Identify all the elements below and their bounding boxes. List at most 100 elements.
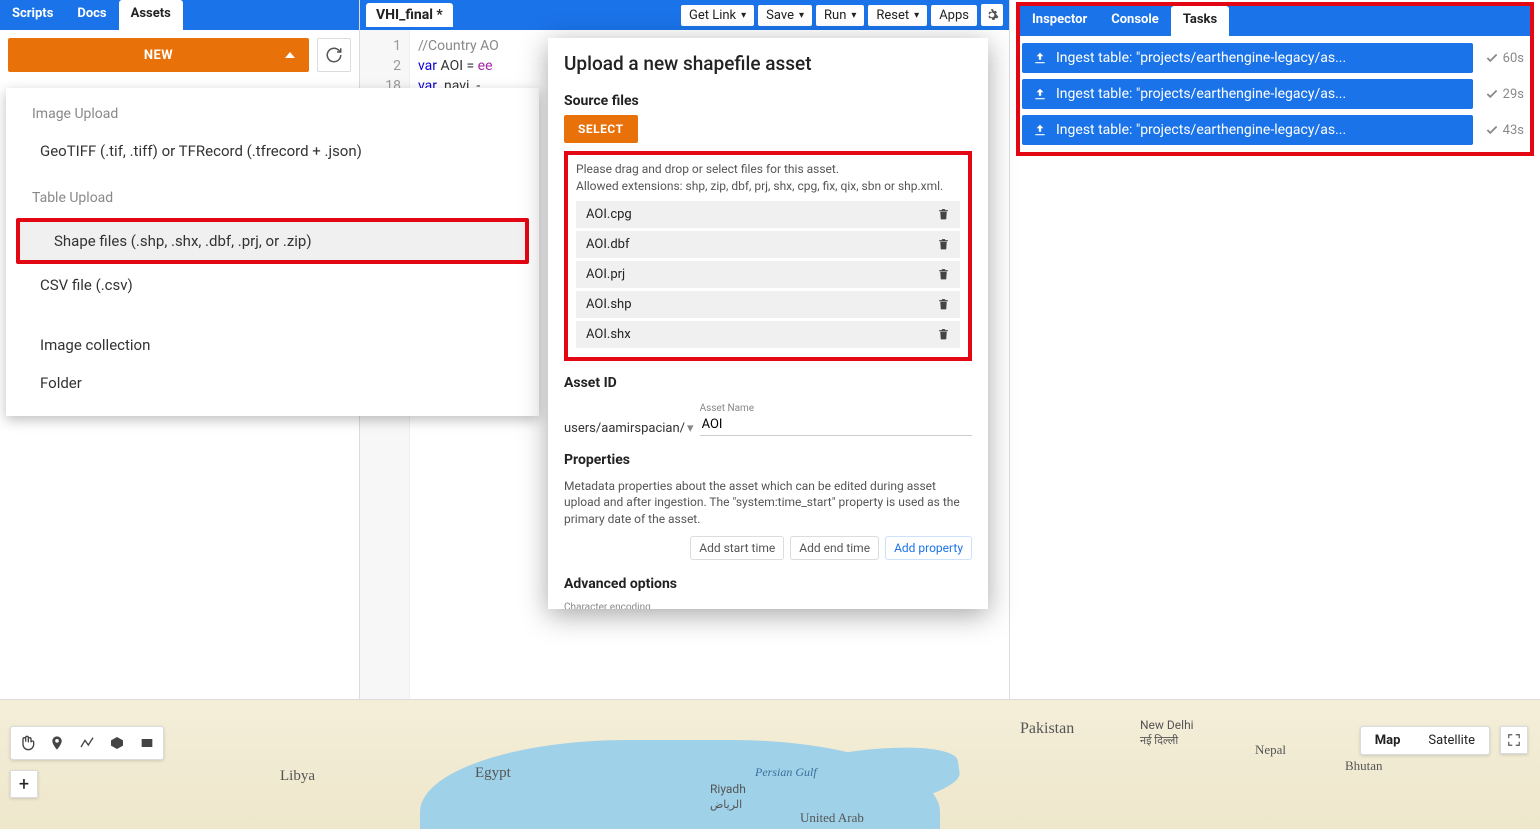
asset-name-input[interactable] xyxy=(700,414,972,436)
task-meta: 43s xyxy=(1485,123,1524,138)
map-label-libya: Libya xyxy=(280,768,315,785)
file-row: AOI.cpg xyxy=(576,201,960,228)
trash-icon[interactable] xyxy=(937,328,950,341)
asset-prefix[interactable]: users/aamirspacian/▾ xyxy=(564,421,694,436)
map-type-map[interactable]: Map xyxy=(1361,727,1415,754)
trash-icon[interactable] xyxy=(937,238,950,251)
hand-tool[interactable] xyxy=(15,731,39,755)
file-name: AOI.prj xyxy=(586,267,625,282)
asset-name-label: Asset Name xyxy=(700,403,972,414)
reset-button[interactable]: Reset xyxy=(868,5,927,26)
trash-icon[interactable] xyxy=(937,208,950,221)
line-tool[interactable] xyxy=(75,731,99,755)
caret-down-icon: ▾ xyxy=(687,421,694,436)
map-type-satellite[interactable]: Satellite xyxy=(1414,727,1489,754)
new-button[interactable]: NEW xyxy=(8,38,309,72)
upload-modal: Upload a new shapefile asset Source file… xyxy=(548,38,988,609)
dropdown-item-geotiff[interactable]: GeoTIFF (.tif, .tiff) or TFRecord (.tfre… xyxy=(6,132,539,170)
file-name: AOI.shx xyxy=(586,327,631,342)
new-button-label: NEW xyxy=(144,48,173,63)
asset-id-label: Asset ID xyxy=(564,375,972,391)
file-row: AOI.shx xyxy=(576,321,960,348)
map-tools xyxy=(10,726,164,760)
file-tab[interactable]: VHI_final * xyxy=(366,3,453,27)
left-tabs: Scripts Docs Assets xyxy=(0,0,359,30)
map-label-new-delhi: New Delhiनई दिल्ली xyxy=(1140,718,1194,748)
save-button[interactable]: Save xyxy=(758,5,812,26)
tasks-list: Ingest table: "projects/earthengine-lega… xyxy=(1020,36,1530,152)
file-dropzone[interactable]: Please drag and drop or select files for… xyxy=(564,151,972,361)
modal-title: Upload a new shapefile asset xyxy=(564,52,972,75)
zoom-in-button[interactable]: + xyxy=(10,770,38,798)
tab-console[interactable]: Console xyxy=(1099,6,1171,36)
polygon-tool[interactable] xyxy=(105,731,129,755)
upload-icon xyxy=(1032,86,1048,102)
marker-tool[interactable] xyxy=(45,731,69,755)
dropdown-item-folder[interactable]: Folder xyxy=(6,364,539,402)
map-label-uae: United Arab xyxy=(800,810,864,826)
file-row: AOI.shp xyxy=(576,291,960,318)
file-hint: Please drag and drop or select files for… xyxy=(576,161,960,195)
file-name: AOI.cpg xyxy=(586,207,632,222)
file-row: AOI.prj xyxy=(576,261,960,288)
properties-desc: Metadata properties about the asset whic… xyxy=(564,478,972,528)
caret-up-icon xyxy=(285,52,295,58)
upload-icon xyxy=(1032,122,1048,138)
tab-tasks[interactable]: Tasks xyxy=(1171,6,1229,36)
dropdown-header-table: Table Upload xyxy=(6,186,539,216)
apps-button[interactable]: Apps xyxy=(931,5,977,26)
map-area[interactable]: Algeria Libya Egypt Persian Gulf Riyadhا… xyxy=(0,699,1540,829)
properties-label: Properties xyxy=(564,452,972,468)
add-end-time-button[interactable]: Add end time xyxy=(790,536,879,560)
tab-assets[interactable]: Assets xyxy=(119,0,183,30)
right-tabs: Inspector Console Tasks xyxy=(1020,6,1530,36)
map-label-persian-gulf: Persian Gulf xyxy=(755,765,817,780)
task-row[interactable]: Ingest table: "projects/earthengine-lega… xyxy=(1022,115,1473,145)
run-button[interactable]: Run xyxy=(816,5,864,26)
fullscreen-button[interactable] xyxy=(1500,726,1528,754)
gear-icon xyxy=(985,8,999,22)
file-row: AOI.dbf xyxy=(576,231,960,258)
dropdown-item-csv[interactable]: CSV file (.csv) xyxy=(6,266,539,304)
upload-icon xyxy=(1032,50,1048,66)
task-meta: 29s xyxy=(1485,87,1524,102)
select-files-button[interactable]: SELECT xyxy=(564,115,638,143)
map-label-pakistan: Pakistan xyxy=(1020,720,1074,738)
file-name: AOI.dbf xyxy=(586,237,629,252)
new-dropdown: Image Upload GeoTIFF (.tif, .tiff) or TF… xyxy=(6,88,539,416)
map-type-switch: Map Satellite xyxy=(1360,726,1490,755)
rect-tool[interactable] xyxy=(135,731,159,755)
getlink-button[interactable]: Get Link xyxy=(681,5,754,26)
tab-inspector[interactable]: Inspector xyxy=(1020,6,1099,36)
refresh-button[interactable] xyxy=(317,38,351,72)
add-property-button[interactable]: Add property xyxy=(885,536,972,560)
dropdown-highlight: Shape files (.shp, .shx, .dbf, .prj, or … xyxy=(16,218,529,264)
right-panel: Inspector Console Tasks Ingest table: "p… xyxy=(1010,0,1540,699)
task-row[interactable]: Ingest table: "projects/earthengine-lega… xyxy=(1022,79,1473,109)
charenc-label: Character encoding xyxy=(564,602,972,609)
map-label-riyadh: Riyadhالرياض xyxy=(710,782,746,812)
map-label-nepal: Nepal xyxy=(1255,742,1286,758)
dropdown-header-image: Image Upload xyxy=(6,102,539,132)
map-label-egypt: Egypt xyxy=(475,765,511,782)
refresh-icon xyxy=(325,46,343,64)
dropdown-item-imagecollection[interactable]: Image collection xyxy=(6,326,539,364)
task-label: Ingest table: "projects/earthengine-lega… xyxy=(1056,86,1346,102)
trash-icon[interactable] xyxy=(937,298,950,311)
tab-docs[interactable]: Docs xyxy=(65,0,118,30)
tab-scripts[interactable]: Scripts xyxy=(0,0,65,30)
advanced-label: Advanced options xyxy=(564,576,972,592)
right-highlight: Inspector Console Tasks Ingest table: "p… xyxy=(1016,2,1534,156)
task-label: Ingest table: "projects/earthengine-lega… xyxy=(1056,122,1346,138)
task-meta: 60s xyxy=(1485,51,1524,66)
task-row[interactable]: Ingest table: "projects/earthengine-lega… xyxy=(1022,43,1473,73)
add-start-time-button[interactable]: Add start time xyxy=(690,536,784,560)
editor-header: VHI_final * Get Link Save Run Reset Apps xyxy=(360,0,1009,30)
map-label-bhutan: Bhutan xyxy=(1345,758,1383,774)
trash-icon[interactable] xyxy=(937,268,950,281)
file-name: AOI.shp xyxy=(586,297,632,312)
source-files-label: Source files xyxy=(564,93,972,109)
settings-button[interactable] xyxy=(981,4,1003,26)
dropdown-item-shapefile[interactable]: Shape files (.shp, .shx, .dbf, .prj, or … xyxy=(20,222,525,260)
task-label: Ingest table: "projects/earthengine-lega… xyxy=(1056,50,1346,66)
